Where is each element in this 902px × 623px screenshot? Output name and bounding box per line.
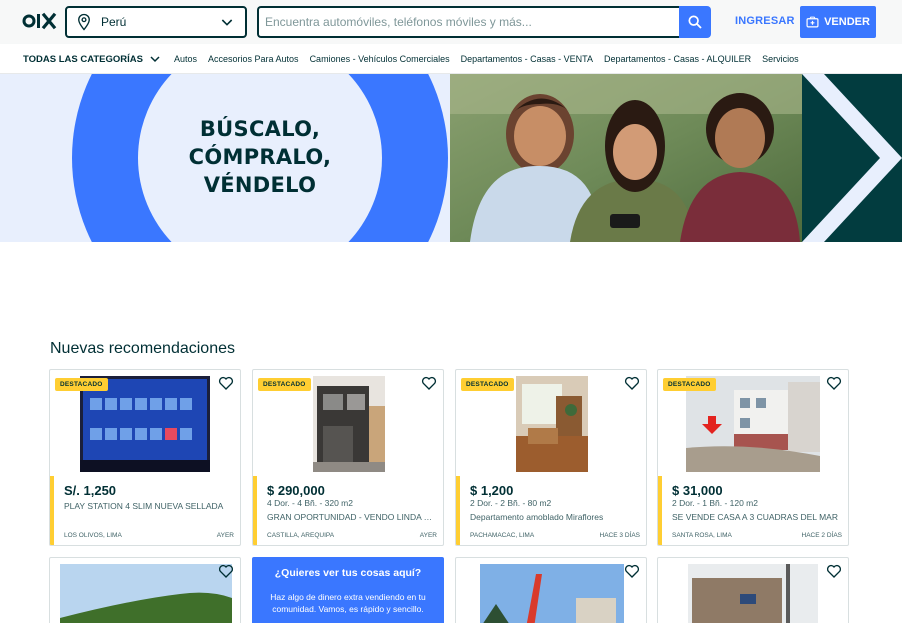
olx-logo[interactable] — [22, 10, 58, 32]
listing-title: GRAN OPORTUNIDAD - VENDO LINDA CASA — [267, 512, 437, 522]
listing-card[interactable]: DESTACADO $ 31,000 2 Dor. - 1 Bñ. - 120 … — [657, 369, 849, 546]
listing-specs: 2 Dor. - 1 Bñ. - 120 m2 — [672, 498, 758, 508]
category-link-venta[interactable]: Departamentos - Casas - VENTA — [461, 54, 593, 64]
featured-badge: DESTACADO — [55, 378, 108, 391]
chevron-down-icon — [221, 19, 233, 26]
search-icon — [688, 15, 702, 29]
listing-location: Pachamacac, Lima — [470, 532, 535, 539]
listing-location: Castilla, Arequipa — [267, 532, 335, 539]
hero-banner[interactable]: BÚSCALO, CÓMPRALO, VÉNDELO — [0, 74, 902, 242]
search-field — [257, 6, 679, 38]
camera-plus-icon — [806, 16, 819, 28]
heart-icon[interactable] — [421, 375, 437, 391]
listing-specs: 2 Dor. - 2 Bñ. - 80 m2 — [470, 498, 552, 508]
login-link[interactable]: INGRESAR — [735, 15, 795, 27]
location-pin-icon — [78, 13, 90, 31]
category-links: Autos Accesorios Para Autos Camiones - V… — [174, 54, 810, 64]
category-link-alquiler[interactable]: Departamentos - Casas - ALQUILER — [604, 54, 751, 64]
listing-date: Hace 3 días — [599, 532, 640, 539]
category-bar: TODAS LAS CATEGORÍAS Autos Accesorios Pa… — [0, 44, 902, 74]
all-categories-label: TODAS LAS CATEGORÍAS — [23, 53, 143, 65]
chevron-down-icon — [150, 56, 160, 63]
listing-price: $ 31,000 — [672, 483, 723, 498]
featured-badge: DESTACADO — [258, 378, 311, 391]
banner-line-3: VÉNDELO — [203, 173, 317, 197]
location-selector[interactable]: Perú — [65, 6, 247, 38]
featured-badge: DESTACADO — [461, 378, 514, 391]
banner-line-1: BÚSCALO, — [199, 117, 321, 141]
banner-line-2: CÓMPRALO, — [188, 145, 332, 169]
listing-card[interactable]: DESTACADO S/. 1,250 PLAY STATION 4 SLIM … — [49, 369, 241, 546]
listing-card[interactable] — [657, 557, 849, 623]
location-value: Perú — [101, 15, 127, 29]
listing-price: S/. 1,250 — [64, 483, 117, 498]
search-input[interactable] — [259, 8, 679, 36]
category-link-servicios[interactable]: Servicios — [762, 54, 799, 64]
banner-people-photo — [450, 74, 804, 242]
promo-title: ¿Quieres ver tus cosas aquí? — [274, 567, 422, 579]
listing-card[interactable]: DESTACADO $ 290,000 4 Dor. - 4 Bñ. - 320… — [252, 369, 444, 546]
listing-location: Santa Rosa, Lima — [672, 532, 732, 539]
promo-text: Haz algo de dinero extra vendiendo en tu… — [270, 592, 426, 614]
recommendations-title: Nuevas recomendaciones — [50, 340, 235, 357]
heart-icon[interactable] — [624, 375, 640, 391]
top-header: Perú INGRESAR VENDER — [0, 0, 902, 44]
listing-price: $ 290,000 — [267, 483, 325, 498]
category-link-autos[interactable]: Autos — [174, 54, 197, 64]
listing-title: Departamento amoblado Miraflores — [470, 512, 604, 522]
banner-slogan: BÚSCALO, CÓMPRALO, VÉNDELO — [160, 115, 360, 199]
featured-badge: DESTACADO — [663, 378, 716, 391]
listing-card[interactable] — [455, 557, 647, 623]
all-categories-dropdown[interactable]: TODAS LAS CATEGORÍAS — [23, 53, 161, 65]
building-photo — [688, 564, 818, 623]
listing-date: Hace 2 días — [801, 532, 842, 539]
listing-location: Los Olivos, Lima — [64, 532, 122, 539]
heart-icon[interactable] — [826, 375, 842, 391]
sell-label: VENDER — [824, 16, 870, 28]
category-link-camiones[interactable]: Camiones - Vehículos Comerciales — [310, 54, 450, 64]
hills-photo — [60, 564, 232, 623]
heart-icon[interactable] — [218, 563, 234, 579]
listing-card[interactable] — [49, 557, 241, 623]
sell-promo-card[interactable]: ¿Quieres ver tus cosas aquí? Haz algo de… — [252, 557, 444, 623]
sell-button[interactable]: VENDER — [800, 6, 876, 38]
category-link-accesorios[interactable]: Accesorios Para Autos — [208, 54, 299, 64]
search-button[interactable] — [679, 6, 711, 38]
heart-icon[interactable] — [624, 563, 640, 579]
listing-date: Ayer — [216, 532, 234, 539]
listing-specs: 4 Dor. - 4 Bñ. - 320 m2 — [267, 498, 353, 508]
listing-date: Ayer — [419, 532, 437, 539]
crane-photo — [480, 564, 624, 623]
heart-icon[interactable] — [826, 563, 842, 579]
banner-arrow-graphic — [802, 74, 902, 242]
listing-price: $ 1,200 — [470, 483, 514, 498]
heart-icon[interactable] — [218, 375, 234, 391]
listing-title: PLAY STATION 4 SLIM NUEVA SELLADA — [64, 501, 224, 511]
listing-title: SE VENDE CASA A 3 CUADRAS DEL MAR — [672, 512, 838, 522]
listing-card[interactable]: DESTACADO $ 1,200 2 Dor. - 2 Bñ. - 80 m2… — [455, 369, 647, 546]
